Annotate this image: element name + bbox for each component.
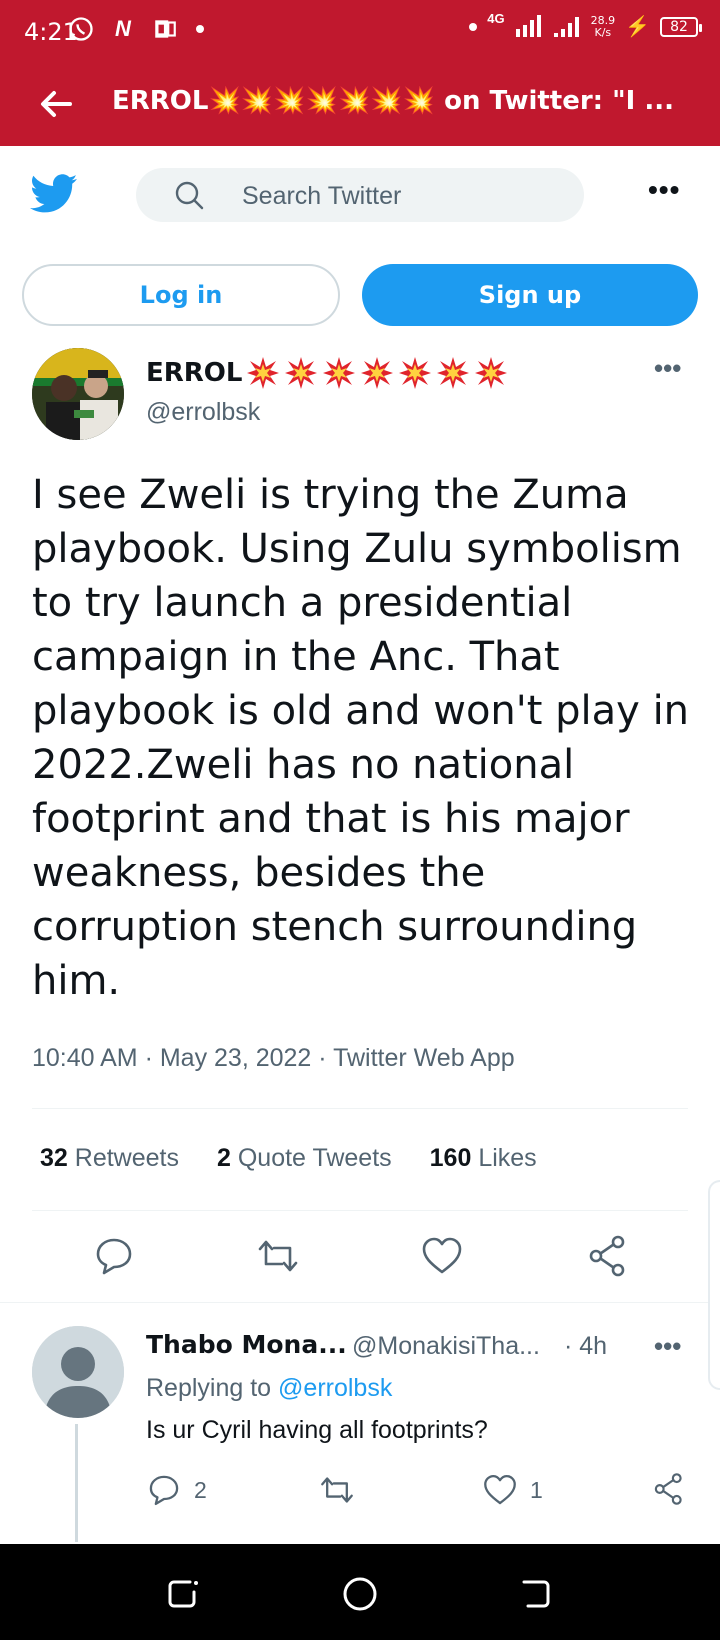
reply-more-icon[interactable]: ••• <box>654 1333 681 1359</box>
notification-icons: N <box>66 14 204 44</box>
network-speed: 28.9 K/s <box>590 13 616 39</box>
replying-to-link[interactable]: @errolbsk <box>278 1374 392 1402</box>
signal-4g-icon: 4G <box>487 10 505 26</box>
collision-icon <box>437 357 470 389</box>
author-name[interactable]: ERROL <box>146 356 512 390</box>
search-icon <box>175 181 204 210</box>
tweet-timestamp[interactable]: 10:40 AM · May 23, 2022 · Twitter Web Ap… <box>32 1044 515 1073</box>
collision-icon <box>399 357 432 389</box>
office-icon <box>150 14 180 44</box>
signal-icon <box>515 14 541 37</box>
search-placeholder: Search Twitter <box>242 182 402 210</box>
login-button[interactable]: Log in <box>22 264 340 326</box>
retweet-icon <box>321 1477 353 1503</box>
collision-icon <box>285 357 318 389</box>
side-panel-handle[interactable] <box>708 1180 720 1390</box>
back-nav-icon[interactable] <box>516 1574 556 1614</box>
author-avatar[interactable] <box>32 348 124 440</box>
reply-reply-button[interactable]: 2 <box>146 1472 207 1508</box>
search-input[interactable]: Search Twitter <box>136 168 584 222</box>
thread-line <box>75 1424 78 1542</box>
likes-stat[interactable]: 160 Likes <box>430 1144 537 1173</box>
replying-prefix: Replying to <box>146 1374 272 1402</box>
retweet-icon[interactable] <box>256 1234 300 1278</box>
share-icon[interactable] <box>586 1234 630 1278</box>
signup-button[interactable]: Sign up <box>362 264 698 326</box>
more-options-icon[interactable]: ••• <box>648 176 684 210</box>
charging-icon: ⚡ <box>625 16 650 38</box>
divider <box>32 1210 688 1211</box>
reply-icon <box>149 1475 179 1506</box>
retweets-stat[interactable]: 32 Retweets <box>40 1144 179 1173</box>
collision-icon <box>475 357 508 389</box>
tweet-text: I see Zweli is trying the Zuma playbook.… <box>32 472 690 1004</box>
battery-icon: 82 <box>660 16 702 37</box>
recent-apps-icon[interactable] <box>164 1574 204 1614</box>
author-handle[interactable]: @errolbsk <box>146 398 260 427</box>
collision-icon <box>361 357 394 389</box>
twitter-logo-icon[interactable] <box>30 174 78 214</box>
whatsapp-icon <box>66 14 96 44</box>
netflix-icon: N <box>115 16 131 41</box>
reply-retweet-button[interactable] <box>318 1472 356 1508</box>
replying-to: Replying to @errolbsk <box>146 1374 392 1403</box>
tweet-more-icon[interactable]: ••• <box>654 355 681 381</box>
reply-time[interactable]: · 4h <box>564 1332 607 1361</box>
reply-text: Is ur Cyril having all footprints? <box>146 1416 488 1444</box>
share-icon <box>654 1473 682 1505</box>
status-dot <box>469 22 478 31</box>
like-count: 1 <box>530 1476 543 1503</box>
page-title: ERROL💥💥💥💥💥💥💥 on Twitter: "I ... <box>112 86 675 116</box>
collision-icon <box>323 357 356 389</box>
status-bar: 4:21 N 4G 28.9 K/s ⚡ 82 <box>0 0 720 64</box>
reply-like-button[interactable]: 1 <box>482 1472 543 1508</box>
status-right: 4G 28.9 K/s ⚡ 82 <box>465 10 702 39</box>
divider <box>32 1108 688 1109</box>
like-icon[interactable] <box>420 1234 464 1278</box>
divider <box>0 1302 720 1303</box>
signal-icon-2 <box>553 16 579 37</box>
reply-count: 2 <box>194 1476 207 1503</box>
notification-dot <box>196 25 204 33</box>
back-arrow-icon[interactable] <box>36 84 76 124</box>
collision-icon <box>247 357 280 389</box>
title-bar: ERROL💥💥💥💥💥💥💥 on Twitter: "I ... <box>0 64 720 146</box>
reply-avatar[interactable] <box>32 1326 124 1418</box>
author-name-text: ERROL <box>146 358 243 388</box>
system-nav-bar <box>0 1544 720 1640</box>
collision-emojis <box>246 356 512 390</box>
reply-share-button[interactable] <box>652 1472 686 1506</box>
like-icon <box>484 1474 516 1505</box>
home-icon[interactable] <box>340 1574 380 1614</box>
quote-tweets-stat[interactable]: 2 Quote Tweets <box>217 1144 392 1173</box>
reply-icon[interactable] <box>92 1234 136 1278</box>
tweet-stats: 32 Retweets 2 Quote Tweets 160 Likes <box>40 1144 537 1173</box>
reply-author-handle[interactable]: @MonakisiTha... <box>352 1332 540 1361</box>
reply-author-name[interactable]: Thabo Mona... <box>146 1330 347 1359</box>
